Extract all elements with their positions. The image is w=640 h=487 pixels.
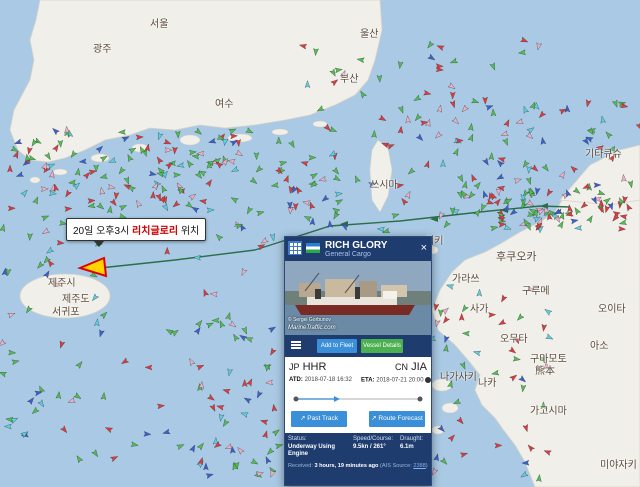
callout-suffix: 위치 [178,226,200,237]
vessel-type: General Cargo [325,251,371,258]
map-label-oita: 오이타 [598,304,626,315]
ais-source-link[interactable]: 2388 [413,463,425,469]
vessel-name: RICH GLORY [325,240,388,251]
map-label-seoul: 서울 [150,19,169,30]
clock-icon [425,377,431,383]
map-label-jejusi: 제주시 [48,278,76,289]
map-label-seogwipo: 서귀포 [52,307,80,318]
atd-info: ATD: 2018-07-18 16:32 [289,377,352,383]
received-label: Received: [288,463,313,469]
arrival-port-code: JIA [411,361,427,373]
received-info: Received: 3 hours, 19 minutes ago (AIS S… [288,462,430,470]
map-label-busan: 부산 [340,74,359,85]
arrival-country: CN [395,362,409,372]
eta-value: 2018-07-21 20:00 [376,377,424,384]
vessel-details-button[interactable]: Vessel Details [361,339,403,353]
departure-country: JP [289,362,300,372]
forecast-icon: ↗ [371,415,377,422]
map-label-kitakyushu: 기타큐슈 [585,149,622,160]
atd-value: 2018-07-18 16:32 [304,377,352,383]
past-track-button[interactable]: ↗ Past Track [291,411,347,427]
flag-icon [306,243,320,253]
map-label-omuta: 오무타 [500,334,528,345]
vessel-status-section: Status: Underway Using Engine Speed/Cour… [285,433,431,485]
draught-label: Draught: [400,436,424,442]
departure-port: JP HHR [289,361,326,373]
map-label-kumamoto-jp: 熊本 [535,366,555,377]
map-label-aso: 아소 [590,341,609,352]
ship-location-callout: 20일 오후3시 리치글로리 위치 [66,218,207,247]
vessel-panel-header: RICH GLORY General Cargo × [285,237,431,261]
departure-dot [293,396,299,402]
vessel-photo[interactable]: © Sergei Gorbunov MarineTraffic.com [285,261,431,335]
arrival-dot [417,396,423,402]
hamburger-menu-icon[interactable] [291,341,301,349]
map-label-naka: 나카 [478,378,497,389]
map-label-saga: 사가 [470,304,489,315]
map-label-tsushima: 쓰시마 [370,180,398,191]
photo-credit: © Sergei Gorbunov [288,317,331,323]
received-value: 3 hours, 19 minutes ago [314,463,379,469]
ais-source-label: (AIS Source: [380,463,412,469]
speed-course-value: 9.5kn / 261° [353,444,386,450]
map-label-kurume: 구루메 [522,286,550,297]
map-label-kagoshima: 가고시마 [530,406,567,417]
draught-value: 6.1m [400,444,414,450]
map-label-nagasaki: 나가사키 [440,372,477,383]
map-label-miyazaki: 미야자키 [600,460,637,471]
route-forecast-button[interactable]: ↗ Route Forecast [369,411,425,427]
map-label-ulsan: 울산 [360,29,379,40]
grid-menu-icon[interactable] [288,241,302,255]
status-value: Underway Using Engine [288,444,336,457]
vessel-position-arrow [333,396,340,402]
atd-label: ATD: [289,377,303,383]
track-icon: ↗ [300,415,306,422]
vessel-panel-toolbar: Add to Fleet Vessel Details [285,335,431,357]
close-icon[interactable]: × [421,242,427,254]
map-label-gwangju: 광주 [93,44,112,55]
vessel-photo-image [285,261,431,335]
eta-label: ETA: [361,377,375,384]
route-forecast-label: Route Forecast [378,415,423,422]
photo-site: MarineTraffic.com [288,325,336,331]
map-label-karatsu: 가라쓰 [452,274,480,285]
departure-port-code: HHR [302,361,327,373]
vessel-info-panel: RICH GLORY General Cargo × © Sergei Gorb… [284,236,432,486]
map-label-yeosu: 여수 [215,99,234,110]
speed-course-label: Speed/Course: [353,436,394,442]
callout-prefix: 20일 오후3시 [73,226,133,237]
ais-source-close: ) [425,463,428,469]
voyage-progress-bar [293,396,423,402]
status-label: Status: [288,436,307,442]
past-track-label: Past Track [307,415,338,422]
callout-ship-name: 리치글로리 [132,226,179,237]
eta-info: ETA: 2018-07-21 20:00 [361,377,431,384]
arrival-port: CN JIA [395,361,427,373]
map-label-fukuoka: 후쿠오카 [496,251,537,263]
add-to-fleet-button[interactable]: Add to Fleet [317,339,357,353]
